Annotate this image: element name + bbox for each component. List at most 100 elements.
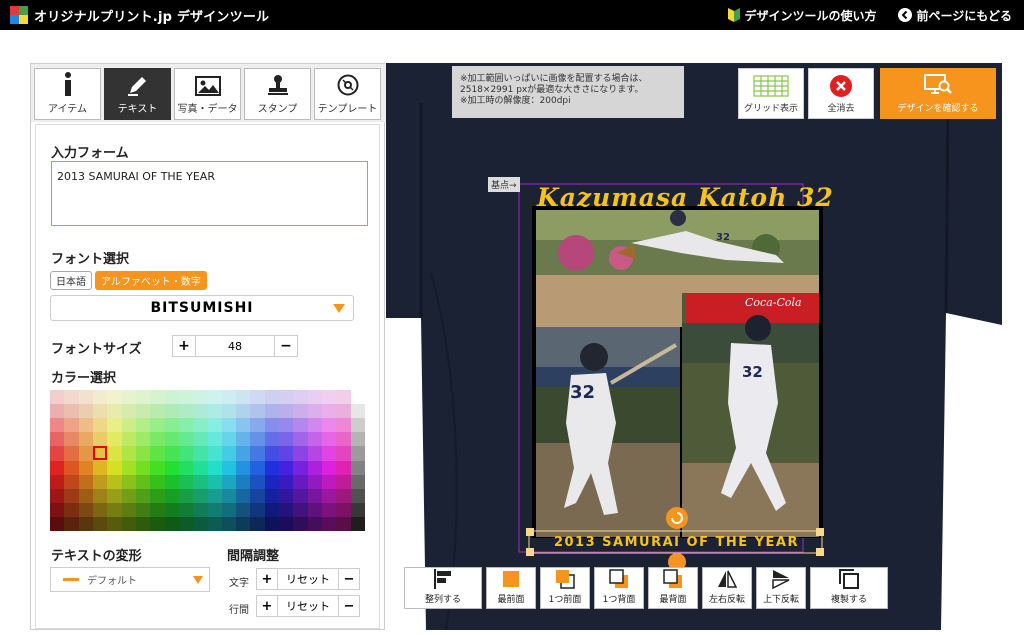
color-swatch[interactable] (322, 488, 337, 503)
color-swatch[interactable] (92, 418, 108, 433)
color-swatch[interactable] (293, 446, 308, 461)
color-swatch[interactable] (150, 474, 165, 489)
color-swatch[interactable] (250, 390, 265, 405)
color-swatch[interactable] (107, 390, 122, 405)
color-swatch[interactable] (250, 474, 265, 489)
color-swatch[interactable] (193, 390, 208, 405)
color-swatch[interactable] (92, 460, 108, 475)
send-backward-button[interactable]: 1つ背面 (594, 567, 644, 609)
color-swatch[interactable] (207, 474, 222, 489)
color-swatch[interactable] (236, 474, 251, 489)
color-swatch[interactable] (207, 488, 222, 503)
font-tab-japanese[interactable]: 日本語 (50, 271, 92, 290)
color-swatch[interactable] (279, 460, 294, 475)
color-swatch[interactable] (207, 502, 222, 517)
color-swatch[interactable] (164, 404, 179, 419)
char-spacing-minus-button[interactable]: − (339, 569, 359, 589)
color-palette[interactable] (50, 390, 365, 531)
color-swatch[interactable] (92, 474, 108, 489)
color-swatch[interactable] (293, 460, 308, 475)
color-swatch[interactable] (178, 460, 194, 475)
color-swatch[interactable] (293, 418, 308, 433)
color-swatch[interactable] (107, 474, 122, 489)
color-swatch[interactable] (78, 474, 93, 489)
align-button[interactable]: 整列する (404, 567, 482, 609)
font-size-minus-button[interactable]: − (275, 336, 297, 356)
color-swatch[interactable] (107, 460, 122, 475)
color-swatch[interactable] (307, 446, 323, 461)
color-swatch[interactable] (121, 432, 136, 447)
color-swatch[interactable] (121, 460, 136, 475)
color-swatch[interactable] (78, 460, 93, 475)
font-tab-alphanumeric[interactable]: アルファベット・数字 (95, 271, 207, 290)
color-swatch[interactable] (164, 418, 179, 433)
color-swatch[interactable] (178, 502, 194, 517)
color-swatch[interactable] (236, 432, 251, 447)
color-swatch[interactable] (78, 502, 93, 517)
duplicate-button[interactable]: 複製する (810, 567, 888, 609)
design-subtitle-text[interactable]: 2013 SAMURAI OF THE YEAR (530, 535, 823, 550)
color-swatch[interactable] (150, 390, 165, 405)
color-swatch[interactable] (78, 446, 93, 461)
color-swatch[interactable] (264, 418, 280, 433)
color-swatch[interactable] (307, 418, 323, 433)
color-swatch[interactable] (336, 446, 351, 461)
color-swatch[interactable] (107, 446, 122, 461)
clear-all-button[interactable]: 全消去 (808, 68, 874, 119)
color-swatch[interactable] (150, 488, 165, 503)
color-swatch[interactable] (135, 432, 151, 447)
color-swatch[interactable] (135, 474, 151, 489)
logo[interactable]: オリジナルプリント.jp デザインツール (10, 6, 269, 25)
color-swatch[interactable] (264, 404, 280, 419)
color-swatch[interactable] (121, 418, 136, 433)
color-swatch[interactable] (293, 516, 308, 531)
color-swatch[interactable] (193, 446, 208, 461)
color-swatch[interactable] (121, 474, 136, 489)
char-spacing-reset-button[interactable]: リセット (277, 569, 339, 589)
color-swatch[interactable] (307, 474, 323, 489)
color-swatch[interactable] (350, 404, 365, 419)
color-swatch[interactable] (107, 432, 122, 447)
color-swatch[interactable] (236, 418, 251, 433)
color-swatch[interactable] (78, 390, 93, 405)
send-to-back-button[interactable]: 最背面 (648, 567, 698, 609)
color-swatch[interactable] (221, 488, 237, 503)
color-swatch[interactable] (279, 502, 294, 517)
color-swatch[interactable] (207, 516, 222, 531)
color-swatch[interactable] (193, 474, 208, 489)
color-swatch[interactable] (221, 432, 237, 447)
color-swatch[interactable] (78, 404, 93, 419)
design-title-text[interactable]: Kazumasa Katoh 32 (537, 183, 834, 212)
color-swatch[interactable] (121, 502, 136, 517)
color-swatch[interactable] (264, 460, 280, 475)
line-spacing-reset-button[interactable]: リセット (277, 596, 339, 616)
grid-toggle-button[interactable]: グリッド表示 (738, 68, 804, 119)
color-swatch[interactable] (350, 502, 365, 517)
color-swatch[interactable] (264, 446, 280, 461)
color-swatch[interactable] (250, 502, 265, 517)
color-swatch[interactable] (78, 432, 93, 447)
color-swatch[interactable] (307, 404, 323, 419)
color-swatch[interactable] (350, 474, 365, 489)
color-swatch[interactable] (250, 516, 265, 531)
color-swatch[interactable] (164, 460, 179, 475)
color-swatch[interactable] (193, 502, 208, 517)
color-swatch[interactable] (293, 432, 308, 447)
color-swatch[interactable] (293, 474, 308, 489)
color-swatch[interactable] (135, 404, 151, 419)
color-swatch[interactable] (336, 488, 351, 503)
color-swatch[interactable] (78, 488, 93, 503)
color-swatch[interactable] (121, 446, 136, 461)
font-size-plus-button[interactable]: + (173, 336, 195, 356)
color-swatch[interactable] (221, 474, 237, 489)
color-swatch[interactable] (50, 488, 65, 503)
font-dropdown[interactable]: BITSUMISHI (50, 295, 354, 321)
color-swatch[interactable] (279, 432, 294, 447)
color-swatch[interactable] (250, 460, 265, 475)
color-swatch[interactable] (293, 404, 308, 419)
color-swatch[interactable] (164, 516, 179, 531)
color-swatch[interactable] (150, 460, 165, 475)
color-swatch[interactable] (178, 418, 194, 433)
color-swatch[interactable] (164, 502, 179, 517)
color-swatch[interactable] (336, 404, 351, 419)
